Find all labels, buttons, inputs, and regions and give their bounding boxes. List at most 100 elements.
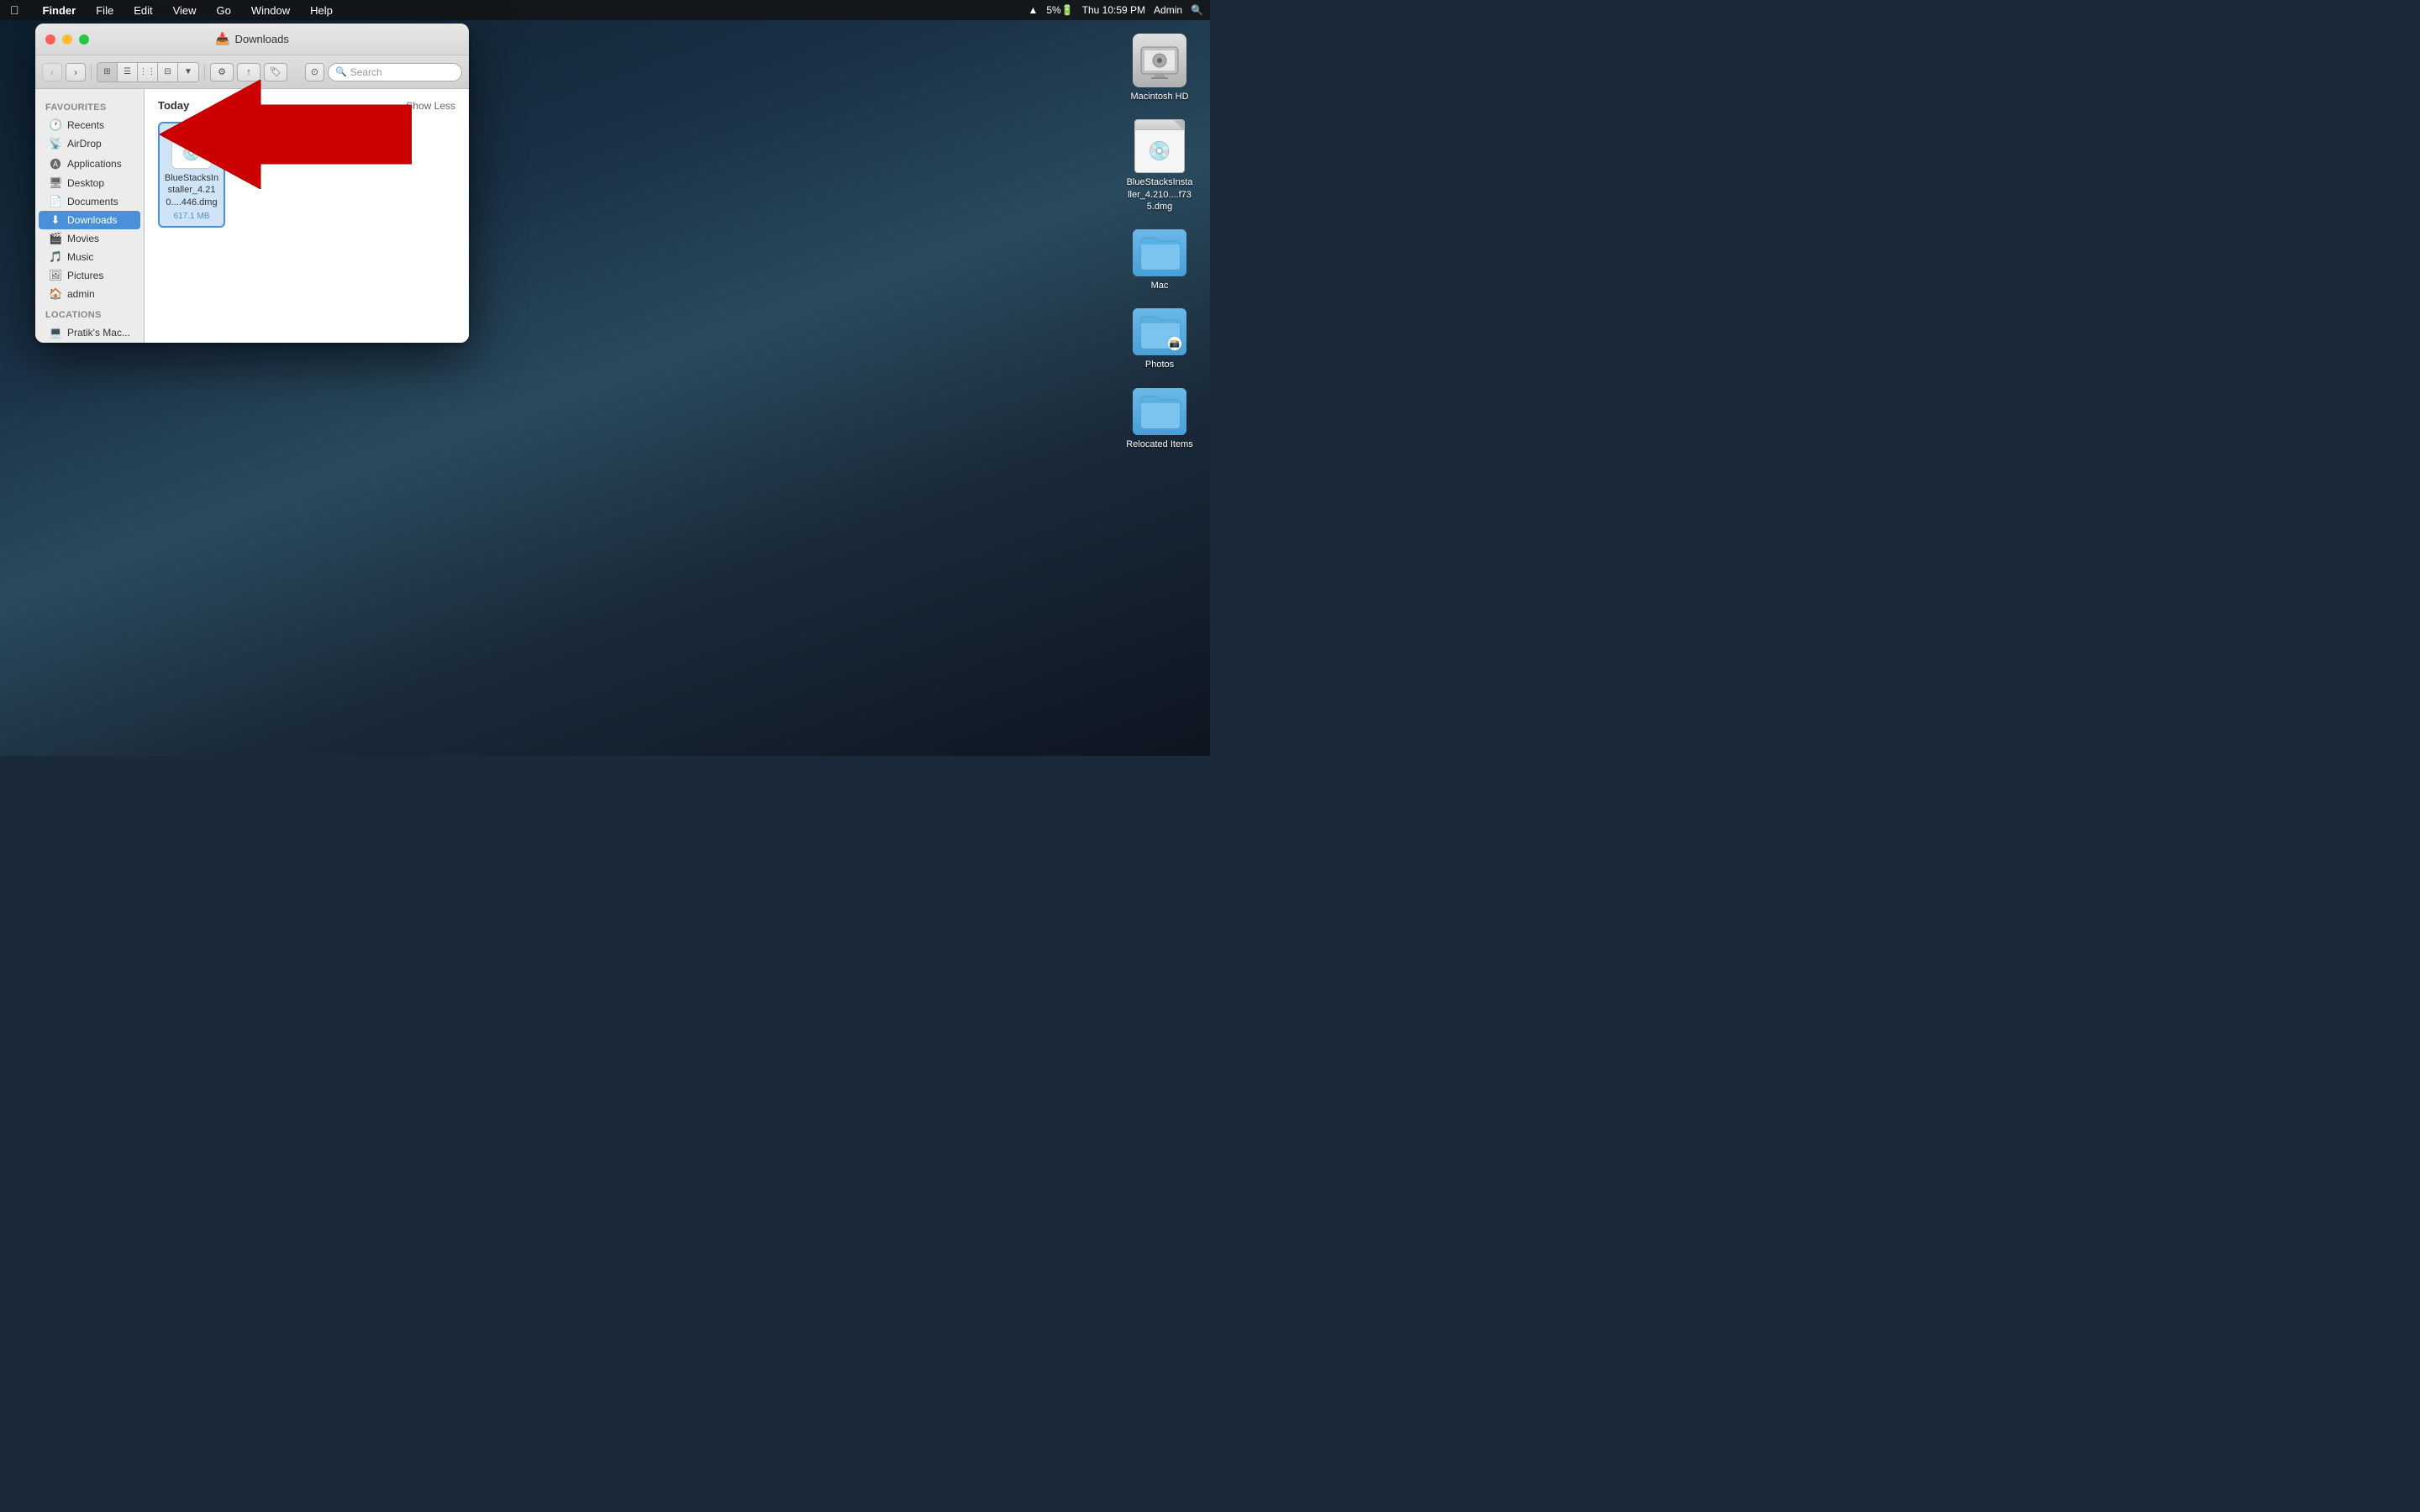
file-name-label: BlueStacksInstaller_4.210....446.dmg (163, 172, 220, 208)
recents-icon: 🕐 (49, 118, 62, 132)
file-item-bluestacks[interactable]: 💿 BlueStacksInstaller_4.210....446.dmg 6… (158, 122, 225, 228)
documents-icon: 📄 (49, 195, 62, 208)
file-menu[interactable]: File (92, 4, 117, 17)
locations-header: Locations (35, 303, 144, 323)
toolbar-separator-2 (204, 65, 205, 80)
user-avatar: Admin (1154, 4, 1182, 16)
sidebar-item-movies[interactable]: 🎬 Movies (39, 229, 140, 248)
menubar-left:  Finder File Edit View Go Window Help (7, 3, 336, 17)
sidebar-item-music[interactable]: 🎵 Music (39, 248, 140, 266)
bluestacks-file-icon: 💿 (171, 129, 212, 169)
dmg-desktop-label: BlueStacksInstaller_4.210....f735.dmg (1126, 176, 1193, 213)
view-menu[interactable]: View (170, 4, 200, 17)
sidebar-item-pictures[interactable]: 🖼 Pictures (39, 266, 140, 285)
file-icon-top (172, 129, 211, 138)
today-title: Today (158, 99, 189, 112)
movies-icon: 🎬 (49, 232, 62, 245)
documents-label: Documents (67, 196, 118, 207)
sidebar-item-applications[interactable]: 🅐 Applications (39, 153, 140, 174)
finder-window: 📥 Downloads ‹ › ⊞ ☰ ⋮⋮ ⊟ ▼ ⚙ ↑ 🏷 ⊙ 🔍 Sea… (35, 24, 469, 343)
desktop-icon-sidebar: 🖥 (49, 176, 62, 190)
mac-folder-icon (1133, 229, 1186, 276)
file-icon-body: 💿 (172, 138, 211, 168)
spotlight-icon[interactable]: 🔍 (1191, 4, 1203, 16)
pictures-label: Pictures (67, 270, 103, 281)
close-button[interactable] (45, 34, 55, 45)
view-group: ⊞ ☰ ⋮⋮ ⊟ ▼ (97, 62, 199, 82)
file-size-label: 617.1 MB (174, 212, 210, 221)
toolbar-separator-1 (91, 65, 92, 80)
sidebar-item-desktop[interactable]: 🖥 Desktop (39, 174, 140, 192)
macintosh-hd-icon (1133, 34, 1186, 87)
go-menu[interactable]: Go (213, 4, 234, 17)
minimize-button[interactable] (62, 34, 72, 45)
menubar-right: ▲ 5%🔋 Thu 10:59 PM Admin 🔍 (1028, 4, 1203, 16)
forward-button[interactable]: › (66, 63, 86, 81)
desktop-icon-macintosh-hd[interactable]: Macintosh HD (1126, 34, 1193, 102)
desktop-icon-dmg[interactable]: 💿 BlueStacksInstaller_4.210....f735.dmg (1126, 119, 1193, 213)
admin-label: admin (67, 288, 95, 300)
computer-label: Pratik's Mac... (67, 327, 130, 339)
sidebar-item-downloads[interactable]: ⬇ Downloads (39, 211, 140, 229)
favourites-header: Favourites (35, 96, 144, 116)
titlebar: 📥 Downloads (35, 24, 469, 55)
tags-header: Tags (35, 342, 144, 343)
sidebar-item-documents[interactable]: 📄 Documents (39, 192, 140, 211)
sidebar-item-airdrop[interactable]: 📡 AirDrop (39, 134, 140, 153)
column-view-button[interactable]: ⋮⋮ (138, 63, 158, 81)
photos-folder-icon: 📸 (1133, 308, 1186, 355)
window-title-area: 📥 Downloads (215, 32, 289, 46)
maximize-button[interactable] (79, 34, 89, 45)
icon-view-button[interactable]: ⊞ (97, 63, 118, 81)
computer-icon: 💻 (49, 326, 62, 339)
desktop-icons-area: Macintosh HD 💿 BlueStacksInstaller_4.210… (1126, 34, 1193, 450)
app-name-menu[interactable]: Finder (39, 4, 80, 17)
desktop-icon-mac-folder[interactable]: Mac (1126, 229, 1193, 291)
path-button[interactable]: ⊙ (305, 63, 324, 81)
music-label: Music (67, 251, 93, 263)
desktop-label: Desktop (67, 177, 104, 189)
desktop-icon-photos[interactable]: 📸 Photos (1126, 308, 1193, 370)
window-title: Downloads (235, 33, 289, 45)
mac-folder-label: Mac (1151, 280, 1169, 291)
photos-folder-label: Photos (1145, 359, 1174, 370)
show-less-button[interactable]: Show Less (406, 100, 455, 112)
downloads-icon: ⬇ (49, 213, 62, 227)
search-box[interactable]: 🔍 Search (328, 63, 462, 81)
view-options-button[interactable]: ▼ (178, 63, 198, 81)
search-icon: 🔍 (335, 66, 347, 77)
battery-icon: 5%🔋 (1046, 4, 1073, 16)
window-menu[interactable]: Window (248, 4, 293, 17)
music-icon: 🎵 (49, 250, 62, 264)
back-button[interactable]: ‹ (42, 63, 62, 81)
toolbar: ‹ › ⊞ ☰ ⋮⋮ ⊟ ▼ ⚙ ↑ 🏷 ⊙ 🔍 Search (35, 55, 469, 89)
movies-label: Movies (67, 233, 99, 244)
relocated-folder-label: Relocated Items (1126, 438, 1192, 450)
downloads-label: Downloads (67, 214, 117, 226)
search-placeholder: Search (350, 66, 382, 78)
airdrop-label: AirDrop (67, 138, 102, 150)
sidebar-item-pratiks-mac[interactable]: 💻 Pratik's Mac... (39, 323, 140, 342)
help-menu[interactable]: Help (307, 4, 336, 17)
sidebar: Favourites 🕐 Recents 📡 AirDrop 🅐 Applica… (35, 89, 145, 343)
today-section-header: Today Show Less (158, 99, 455, 112)
admin-icon: 🏠 (49, 287, 62, 301)
edit-menu[interactable]: Edit (130, 4, 155, 17)
airdrop-icon: 📡 (49, 137, 62, 150)
dmg-file-icon-inner: 💿 (172, 129, 211, 168)
tag-button[interactable]: 🏷 (264, 63, 287, 81)
action-button[interactable]: ⚙ (210, 63, 234, 81)
title-folder-icon: 📥 (215, 32, 229, 46)
gallery-view-button[interactable]: ⊟ (158, 63, 178, 81)
sidebar-item-recents[interactable]: 🕐 Recents (39, 116, 140, 134)
menubar:  Finder File Edit View Go Window Help ▲… (0, 0, 1210, 20)
dmg-icon: 💿 (1134, 119, 1185, 173)
macintosh-hd-label: Macintosh HD (1130, 91, 1188, 102)
share-button[interactable]: ↑ (237, 63, 260, 81)
list-view-button[interactable]: ☰ (118, 63, 138, 81)
relocated-folder-icon (1133, 388, 1186, 435)
applications-label: Applications (67, 158, 122, 170)
desktop-icon-relocated[interactable]: Relocated Items (1126, 388, 1193, 450)
sidebar-item-admin[interactable]: 🏠 admin (39, 285, 140, 303)
apple-menu[interactable]:  (7, 3, 23, 17)
